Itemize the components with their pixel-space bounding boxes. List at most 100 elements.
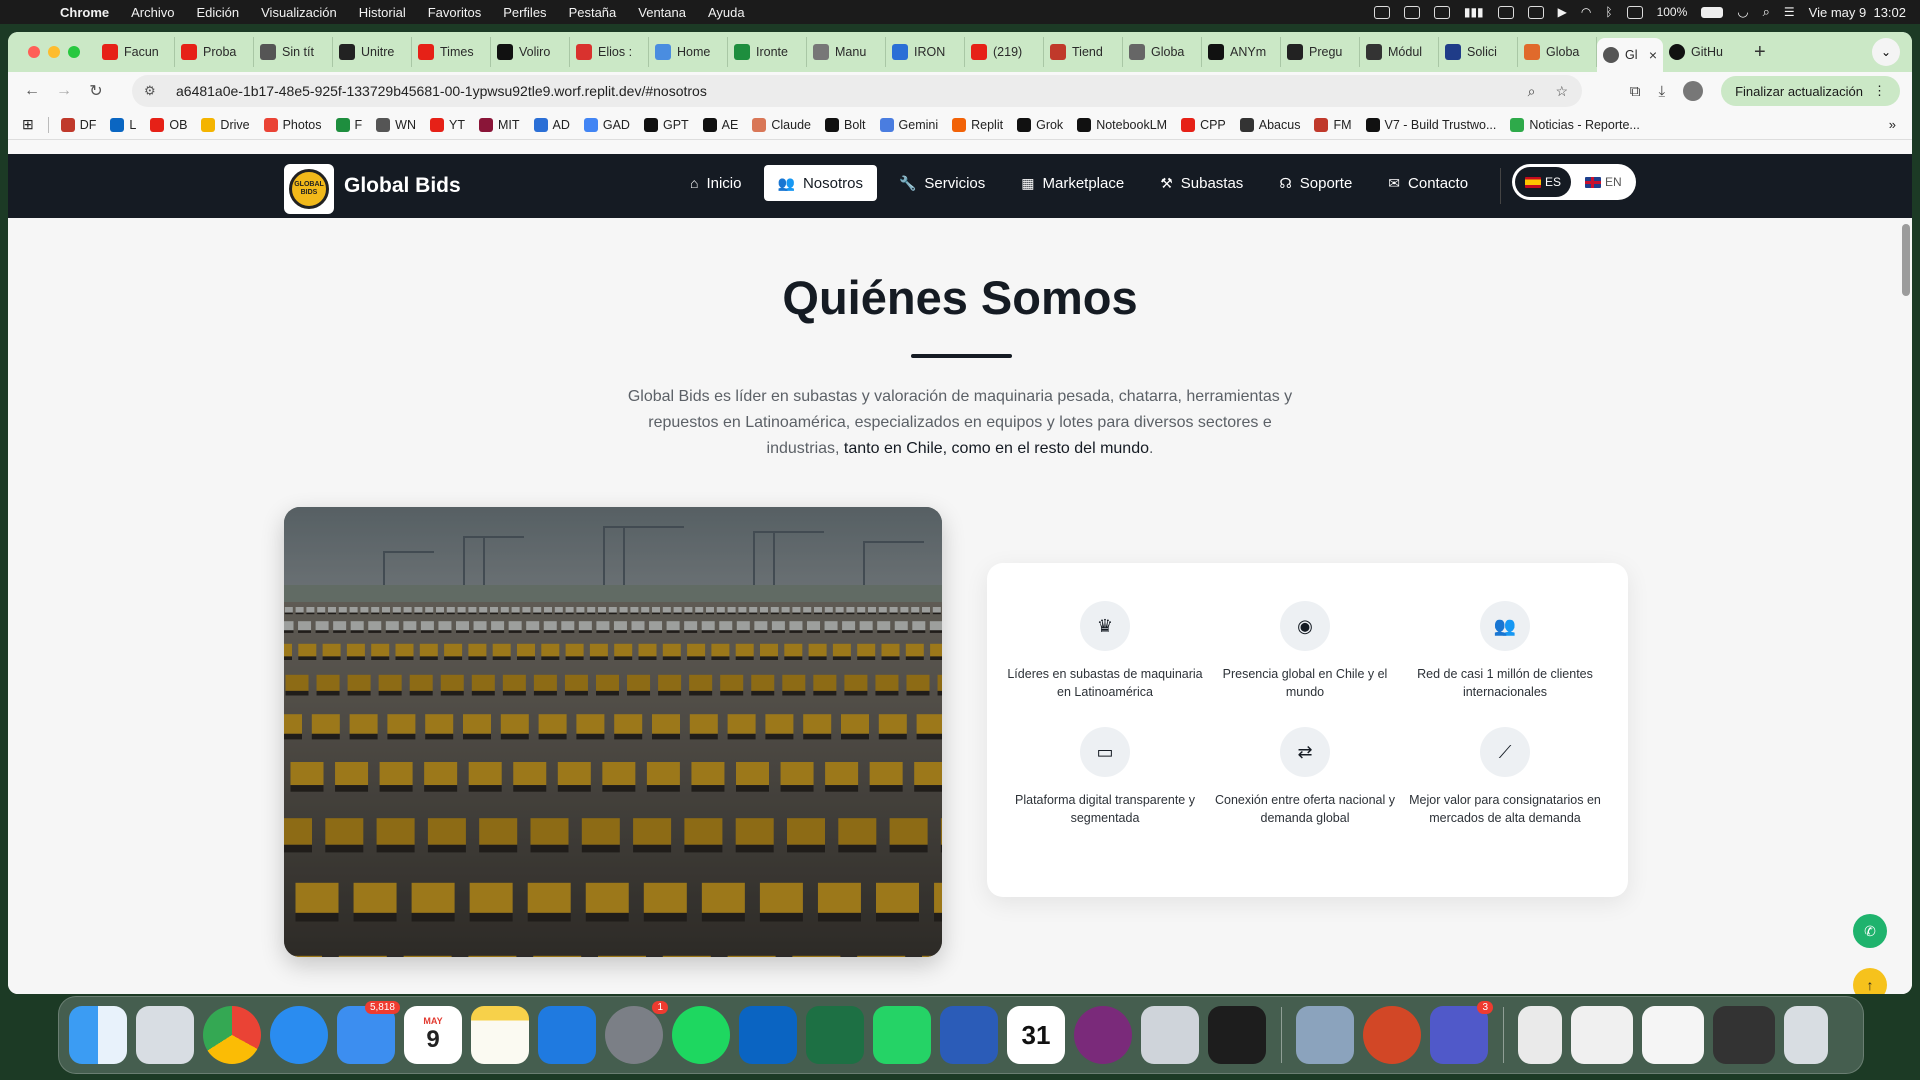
browser-tab[interactable]: Elios : <box>570 37 649 67</box>
bookmark-item[interactable]: GAD <box>583 117 630 132</box>
spotlight-search-icon[interactable]: ⌕ <box>1763 4 1770 20</box>
bookmark-item[interactable]: AE <box>702 117 738 132</box>
browser-tab[interactable]: Sin tít <box>254 37 333 67</box>
browser-tab[interactable]: Tiend <box>1044 37 1123 67</box>
status-app-icon[interactable] <box>1497 5 1514 19</box>
mail-icon[interactable]: 5,818 <box>337 1001 400 1064</box>
reload-button[interactable]: ↻ <box>80 81 112 101</box>
menu-pestana[interactable]: Pestaña <box>569 5 617 20</box>
nav-inicio[interactable]: ⌂ Inicio <box>676 165 756 201</box>
bookmark-item[interactable]: L <box>110 117 136 132</box>
browser-tab[interactable]: Manu <box>807 37 886 67</box>
browser-tab[interactable]: Globa <box>1123 37 1202 67</box>
forward-button[interactable]: → <box>48 82 80 100</box>
wifi-icon[interactable]: ◡ <box>1737 4 1748 20</box>
menu-perfiles[interactable]: Perfiles <box>503 5 546 20</box>
nav-contacto[interactable]: ✉ Contacto <box>1374 165 1482 201</box>
lang-en-button[interactable]: EN <box>1575 167 1632 197</box>
system-settings-icon[interactable]: 1 <box>605 1001 668 1064</box>
bookmark-item[interactable]: Claude <box>752 117 811 132</box>
apps-grid-icon[interactable]: ⊞ <box>22 116 34 133</box>
bookmark-item[interactable]: MIT <box>478 117 520 132</box>
trash-icon[interactable] <box>1784 1006 1828 1064</box>
app-icon[interactable] <box>1208 1006 1266 1064</box>
bookmark-item[interactable]: NotebookLM <box>1077 117 1167 132</box>
browser-tab[interactable]: Times <box>412 37 491 67</box>
bookmark-item[interactable]: CPP <box>1181 117 1226 132</box>
browser-tab[interactable]: Facun <box>96 37 175 67</box>
status-app-icon[interactable] <box>1433 5 1450 19</box>
nav-servicios[interactable]: 🔧 Servicios <box>885 165 999 201</box>
browser-tab[interactable]: Home <box>649 37 728 67</box>
teams-icon[interactable]: 3 <box>1430 1001 1493 1064</box>
keynote-icon[interactable] <box>538 1006 596 1064</box>
browser-tab[interactable]: Unitre <box>333 37 412 67</box>
calendar-date-icon[interactable]: 31 <box>1007 1006 1065 1064</box>
bookmark-item[interactable]: Replit <box>952 117 1003 132</box>
menu-edicion[interactable]: Edición <box>196 5 239 20</box>
tab-search-button[interactable]: ⌄ <box>1872 38 1900 66</box>
nav-nosotros[interactable]: 👥 Nosotros <box>763 165 877 201</box>
bookmark-item[interactable]: F <box>335 117 362 132</box>
browser-tab[interactable]: Globa <box>1518 37 1597 67</box>
launchpad-icon[interactable] <box>136 1006 194 1064</box>
address-bar[interactable]: ⚙ a6481a0e-1b17-48e5-925f-133729b45681-0… <box>132 75 1582 107</box>
close-tab-icon[interactable]: × <box>1649 47 1657 63</box>
bookmark-item[interactable]: AD <box>533 117 570 132</box>
menu-archivo[interactable]: Archivo <box>131 5 174 20</box>
excel-icon[interactable] <box>806 1006 864 1064</box>
menubar-clock[interactable]: Vie may 9 13:02 <box>1809 5 1906 20</box>
bookmark-item[interactable]: GPT <box>643 117 689 132</box>
safari-icon[interactable] <box>270 1006 328 1064</box>
calendar-icon[interactable]: MAY 9 <box>404 1006 462 1064</box>
bookmark-item[interactable]: Grok <box>1017 117 1063 132</box>
bookmark-item[interactable]: Noticias - Reporte... <box>1510 117 1640 132</box>
menu-app-name[interactable]: Chrome <box>60 5 109 20</box>
finder-icon[interactable] <box>69 1006 127 1064</box>
menu-ayuda[interactable]: Ayuda <box>708 5 745 20</box>
outlook-icon[interactable] <box>739 1006 797 1064</box>
whatsapp-icon[interactable] <box>873 1006 931 1064</box>
scroll-to-top-button[interactable]: ↑ <box>1853 968 1887 994</box>
lang-es-button[interactable]: ES <box>1515 167 1572 197</box>
word-icon[interactable] <box>940 1006 998 1064</box>
bookmark-item[interactable]: WN <box>376 117 416 132</box>
downloads-stack-icon[interactable] <box>1571 1006 1633 1064</box>
site-brand-name[interactable]: Global Bids <box>344 174 461 198</box>
zoom-window-button[interactable] <box>68 46 80 58</box>
browser-tab[interactable]: Proba <box>175 37 254 67</box>
bookmark-item[interactable]: Bolt <box>824 117 866 132</box>
status-app-icon[interactable] <box>1626 5 1643 19</box>
window-thumbnail-icon[interactable] <box>1642 1006 1704 1064</box>
powerpoint-icon[interactable] <box>1363 1006 1421 1064</box>
status-app-icon[interactable] <box>1373 5 1390 19</box>
bookmark-item[interactable]: OB <box>150 117 187 132</box>
tab-github[interactable]: GitHu <box>1663 37 1742 67</box>
close-window-button[interactable] <box>28 46 40 58</box>
audio-waveform-icon[interactable]: ▮▮▮ <box>1464 5 1484 19</box>
bookmark-item[interactable]: Abacus <box>1239 117 1300 132</box>
minimize-window-button[interactable] <box>48 46 60 58</box>
nav-subastas[interactable]: ⚒ Subastas <box>1146 165 1257 201</box>
bookmarks-overflow-icon[interactable]: » <box>1889 117 1896 132</box>
address-url[interactable]: a6481a0e-1b17-48e5-925f-133729b45681-00-… <box>176 83 707 99</box>
nav-soporte[interactable]: ☊ Soporte <box>1265 165 1366 201</box>
bookmark-item[interactable]: FM <box>1314 117 1352 132</box>
pencil-app-icon[interactable] <box>1141 1006 1199 1064</box>
battery-icon[interactable] <box>1701 6 1724 18</box>
browser-tab[interactable]: IRON <box>886 37 965 67</box>
new-tab-button[interactable]: + <box>1754 41 1766 64</box>
profile-avatar[interactable] <box>1683 81 1704 101</box>
menu-favoritos[interactable]: Favoritos <box>428 5 481 20</box>
zip-file-icon[interactable] <box>1518 1006 1562 1064</box>
browser-tab[interactable]: Voliro <box>491 37 570 67</box>
menu-historial[interactable]: Historial <box>359 5 406 20</box>
status-app-icon[interactable] <box>1403 5 1420 19</box>
window-thumbnail-icon[interactable] <box>1713 1006 1775 1064</box>
notes-icon[interactable] <box>471 1006 529 1064</box>
browser-tab[interactable]: Pregu <box>1281 37 1360 67</box>
download-icon[interactable]: ⤓ <box>1658 83 1665 100</box>
headphones-icon[interactable]: ◠ <box>1581 5 1591 19</box>
browser-tab[interactable]: Ironte <box>728 37 807 67</box>
back-button[interactable]: ← <box>16 82 48 100</box>
